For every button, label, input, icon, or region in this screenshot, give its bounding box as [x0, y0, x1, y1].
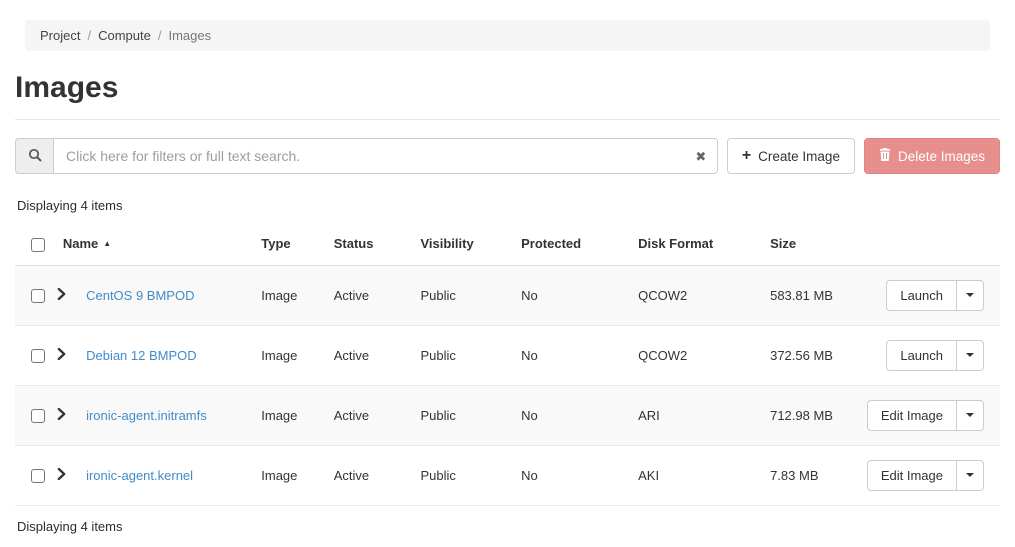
row-action-group: Launch — [886, 340, 984, 371]
image-name-link[interactable]: ironic-agent.kernel — [86, 468, 193, 483]
create-image-button[interactable]: + Create Image — [727, 138, 855, 174]
breadcrumb-project[interactable]: Project — [40, 28, 80, 43]
column-header-type[interactable]: Type — [253, 223, 326, 265]
image-name-link[interactable]: ironic-agent.initramfs — [86, 408, 207, 423]
column-header-protected[interactable]: Protected — [513, 223, 630, 265]
row-action-group: Edit Image — [867, 460, 984, 491]
trash-icon — [879, 148, 891, 164]
cell-disk-format: QCOW2 — [630, 325, 762, 385]
launch-button[interactable]: Launch — [886, 340, 957, 371]
search-clear-button[interactable]: ✖ — [685, 139, 717, 173]
images-page: Project / Compute / Images Images ✖ + Create… — [0, 20, 1015, 547]
clear-x-icon: ✖ — [695, 149, 706, 164]
edit-image-button[interactable]: Edit Image — [867, 400, 957, 431]
delete-images-button[interactable]: Delete Images — [864, 138, 1000, 174]
breadcrumb-separator: / — [87, 28, 91, 43]
plus-icon: + — [742, 148, 751, 164]
cell-disk-format: AKI — [630, 445, 762, 505]
caret-down-icon — [966, 293, 974, 297]
images-table: Name ▲ Type Status Visibility Protected D… — [15, 223, 1000, 547]
cell-size: 372.56 MB — [762, 325, 859, 385]
row-action-group: Edit Image — [867, 400, 984, 431]
table-row: ironic-agent.initramfs Image Active Publ… — [15, 385, 1000, 445]
table-row: CentOS 9 BMPOD Image Active Public No QC… — [15, 265, 1000, 325]
cell-visibility: Public — [412, 445, 513, 505]
row-checkbox[interactable] — [31, 349, 45, 363]
cell-visibility: Public — [412, 385, 513, 445]
column-header-size[interactable]: Size — [762, 223, 859, 265]
column-header-status[interactable]: Status — [326, 223, 413, 265]
row-checkbox[interactable] — [31, 409, 45, 423]
cell-size: 7.83 MB — [762, 445, 859, 505]
items-count-bottom: Displaying 4 items — [15, 505, 1000, 547]
cell-protected: No — [513, 445, 630, 505]
search-input[interactable] — [53, 138, 718, 174]
search-addon — [15, 138, 53, 174]
cell-type: Image — [253, 325, 326, 385]
cell-disk-format: QCOW2 — [630, 265, 762, 325]
chevron-right-icon[interactable] — [57, 288, 66, 303]
breadcrumb-compute[interactable]: Compute — [98, 28, 151, 43]
image-name-link[interactable]: CentOS 9 BMPOD — [86, 288, 194, 303]
cell-protected: No — [513, 325, 630, 385]
column-header-visibility[interactable]: Visibility — [412, 223, 513, 265]
select-all-header — [15, 223, 55, 265]
caret-down-icon — [966, 413, 974, 417]
action-dropdown-toggle[interactable] — [957, 340, 984, 371]
row-checkbox[interactable] — [31, 469, 45, 483]
breadcrumb-images: Images — [168, 28, 211, 43]
select-all-checkbox[interactable] — [31, 238, 45, 252]
title-divider — [15, 119, 1000, 120]
breadcrumb: Project / Compute / Images — [25, 20, 990, 51]
cell-disk-format: ARI — [630, 385, 762, 445]
edit-image-button[interactable]: Edit Image — [867, 460, 957, 491]
cell-type: Image — [253, 445, 326, 505]
breadcrumb-separator: / — [158, 28, 162, 43]
cell-status: Active — [326, 325, 413, 385]
launch-button[interactable]: Launch — [886, 280, 957, 311]
items-count-top: Displaying 4 items — [17, 198, 1000, 213]
cell-size: 712.98 MB — [762, 385, 859, 445]
caret-down-icon — [966, 473, 974, 477]
cell-protected: No — [513, 265, 630, 325]
cell-status: Active — [326, 265, 413, 325]
cell-type: Image — [253, 385, 326, 445]
action-dropdown-toggle[interactable] — [957, 460, 984, 491]
column-header-actions — [859, 223, 1000, 265]
action-dropdown-toggle[interactable] — [957, 400, 984, 431]
action-dropdown-toggle[interactable] — [957, 280, 984, 311]
cell-status: Active — [326, 385, 413, 445]
search-group: ✖ — [15, 138, 718, 174]
table-row: ironic-agent.kernel Image Active Public … — [15, 445, 1000, 505]
column-header-disk-format[interactable]: Disk Format — [630, 223, 762, 265]
table-toolbar: ✖ + Create Image Delete Images — [15, 138, 1000, 174]
create-image-label: Create Image — [758, 149, 840, 164]
chevron-right-icon[interactable] — [57, 348, 66, 363]
cell-protected: No — [513, 385, 630, 445]
delete-images-label: Delete Images — [898, 149, 985, 164]
sort-asc-icon: ▲ — [103, 239, 111, 248]
cell-type: Image — [253, 265, 326, 325]
search-icon — [28, 148, 42, 165]
chevron-right-icon[interactable] — [57, 468, 66, 483]
cell-visibility: Public — [412, 325, 513, 385]
table-footer-row: Displaying 4 items — [15, 505, 1000, 547]
table-row: Debian 12 BMPOD Image Active Public No Q… — [15, 325, 1000, 385]
column-label-name: Name — [63, 236, 98, 251]
column-header-name[interactable]: Name ▲ — [55, 223, 253, 265]
cell-size: 583.81 MB — [762, 265, 859, 325]
cell-status: Active — [326, 445, 413, 505]
image-name-link[interactable]: Debian 12 BMPOD — [86, 348, 197, 363]
cell-visibility: Public — [412, 265, 513, 325]
row-action-group: Launch — [886, 280, 984, 311]
table-header-row: Name ▲ Type Status Visibility Protected D… — [15, 223, 1000, 265]
row-checkbox[interactable] — [31, 289, 45, 303]
chevron-right-icon[interactable] — [57, 408, 66, 423]
page-title: Images — [15, 71, 1000, 105]
caret-down-icon — [966, 353, 974, 357]
